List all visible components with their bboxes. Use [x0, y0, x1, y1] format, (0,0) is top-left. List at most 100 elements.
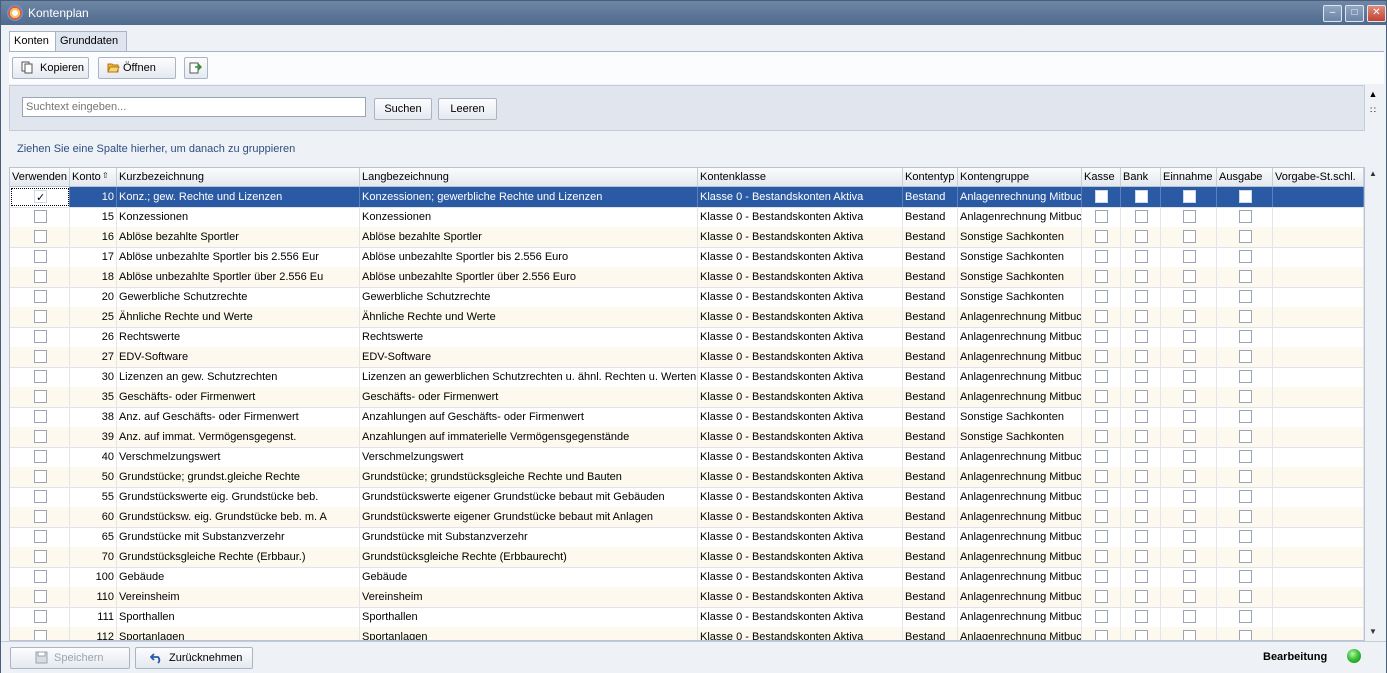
- checkbox[interactable]: [1095, 550, 1108, 563]
- checkbox[interactable]: [1095, 450, 1108, 463]
- checkbox[interactable]: [1135, 350, 1148, 363]
- kontenklasse-cell[interactable]: Klasse 0 - Bestandskonten Aktiva: [698, 607, 903, 627]
- column-header-kurzbezeichnung[interactable]: Kurzbezeichnung: [117, 168, 360, 186]
- kontengruppe-cell[interactable]: Sonstige Sachkonten: [958, 267, 1082, 287]
- checkbox[interactable]: [1183, 230, 1196, 243]
- kurzbezeichnung-cell[interactable]: Vereinsheim: [117, 587, 360, 607]
- vorgabe-cell[interactable]: [1273, 547, 1364, 567]
- checkbox[interactable]: [34, 290, 47, 303]
- checkbox[interactable]: [1239, 210, 1252, 223]
- vorgabe-cell[interactable]: [1273, 267, 1364, 287]
- konto-cell[interactable]: 15: [70, 207, 117, 227]
- kontentyp-cell[interactable]: Bestand: [903, 327, 958, 347]
- checkbox[interactable]: [1183, 350, 1196, 363]
- langbezeichnung-cell[interactable]: Anzahlungen auf immaterielle Vermögensge…: [360, 427, 698, 447]
- checkbox[interactable]: [34, 630, 47, 640]
- kontengruppe-cell[interactable]: Anlagenrechnung Mitbuc: [958, 567, 1082, 587]
- langbezeichnung-cell[interactable]: Grundstückswerte eigener Grundstücke beb…: [360, 487, 698, 507]
- vorgabe-cell[interactable]: [1273, 287, 1364, 307]
- checkbox[interactable]: [1095, 330, 1108, 343]
- kontengruppe-cell[interactable]: Anlagenrechnung Mitbuc: [958, 447, 1082, 467]
- checkbox[interactable]: [1135, 250, 1148, 263]
- copy-button[interactable]: Kopieren: [12, 57, 89, 79]
- column-header-ausgabe[interactable]: Ausgabe: [1217, 168, 1273, 186]
- checkbox[interactable]: [34, 330, 47, 343]
- konto-cell[interactable]: 60: [70, 507, 117, 527]
- langbezeichnung-cell[interactable]: Grundstücksgleiche Rechte (Erbbaurecht): [360, 547, 698, 567]
- checkbox[interactable]: [1239, 250, 1252, 263]
- kontenklasse-cell[interactable]: Klasse 0 - Bestandskonten Aktiva: [698, 627, 903, 640]
- kontengruppe-cell[interactable]: Anlagenrechnung Mitbuc: [958, 487, 1082, 507]
- table-row[interactable]: 110 Vereinsheim Vereinsheim Klasse 0 - Best…: [10, 587, 1364, 608]
- checkbox[interactable]: [1135, 590, 1148, 603]
- search-button[interactable]: Suchen: [374, 98, 432, 120]
- konto-cell[interactable]: 26: [70, 327, 117, 347]
- kontengruppe-cell[interactable]: Anlagenrechnung Mitbuc: [958, 607, 1082, 627]
- checkbox[interactable]: [1183, 390, 1196, 403]
- kontenklasse-cell[interactable]: Klasse 0 - Bestandskonten Aktiva: [698, 347, 903, 367]
- kontengruppe-cell[interactable]: Anlagenrechnung Mitbuc: [958, 347, 1082, 367]
- kontentyp-cell[interactable]: Bestand: [903, 307, 958, 327]
- checkbox[interactable]: [1183, 290, 1196, 303]
- kontenklasse-cell[interactable]: Klasse 0 - Bestandskonten Aktiva: [698, 227, 903, 247]
- checkbox[interactable]: [1183, 330, 1196, 343]
- checkbox[interactable]: [1095, 590, 1108, 603]
- kontengruppe-cell[interactable]: Anlagenrechnung Mitbuc: [958, 207, 1082, 227]
- checkbox[interactable]: [1135, 390, 1148, 403]
- kontengruppe-cell[interactable]: Anlagenrechnung Mitbuc: [958, 387, 1082, 407]
- checkbox[interactable]: [1239, 410, 1252, 423]
- checkbox[interactable]: [34, 210, 47, 223]
- column-header-einnahme[interactable]: Einnahme: [1161, 168, 1217, 186]
- kurzbezeichnung-cell[interactable]: Sporthallen: [117, 607, 360, 627]
- checkbox[interactable]: [1183, 550, 1196, 563]
- kontenklasse-cell[interactable]: Klasse 0 - Bestandskonten Aktiva: [698, 327, 903, 347]
- save-button[interactable]: Speichern: [10, 647, 130, 669]
- kontentyp-cell[interactable]: Bestand: [903, 287, 958, 307]
- kontenklasse-cell[interactable]: Klasse 0 - Bestandskonten Aktiva: [698, 487, 903, 507]
- checkbox[interactable]: [1239, 470, 1252, 483]
- kontenklasse-cell[interactable]: Klasse 0 - Bestandskonten Aktiva: [698, 207, 903, 227]
- scroll-up-icon[interactable]: ▲: [1365, 167, 1381, 181]
- checkbox[interactable]: [1095, 230, 1108, 243]
- checkbox[interactable]: [1183, 570, 1196, 583]
- konto-cell[interactable]: 38: [70, 407, 117, 427]
- checkbox[interactable]: [1183, 590, 1196, 603]
- kontenklasse-cell[interactable]: Klasse 0 - Bestandskonten Aktiva: [698, 587, 903, 607]
- checkbox[interactable]: [34, 490, 47, 503]
- kurzbezeichnung-cell[interactable]: Ablöse unbezahlte Sportler bis 2.556 Eur: [117, 247, 360, 267]
- kurzbezeichnung-cell[interactable]: Anz. auf Geschäfts- oder Firmenwert: [117, 407, 360, 427]
- table-row[interactable]: 30 Lizenzen an gew. Schutzrechten Lizenzen…: [10, 367, 1364, 388]
- table-row[interactable]: 60 Grundstücksw. eig. Grundstücke beb. m.…: [10, 507, 1364, 528]
- checkbox[interactable]: [1095, 610, 1108, 623]
- checkbox[interactable]: [1135, 570, 1148, 583]
- checkbox[interactable]: [1183, 510, 1196, 523]
- maximize-button[interactable]: □: [1345, 5, 1364, 22]
- kontentyp-cell[interactable]: Bestand: [903, 367, 958, 387]
- langbezeichnung-cell[interactable]: EDV-Software: [360, 347, 698, 367]
- kontengruppe-cell[interactable]: Anlagenrechnung Mitbuc: [958, 187, 1082, 207]
- checkbox[interactable]: [1135, 290, 1148, 303]
- kontenklasse-cell[interactable]: Klasse 0 - Bestandskonten Aktiva: [698, 467, 903, 487]
- langbezeichnung-cell[interactable]: Vereinsheim: [360, 587, 698, 607]
- checkbox[interactable]: [1183, 490, 1196, 503]
- kontentyp-cell[interactable]: Bestand: [903, 387, 958, 407]
- konto-cell[interactable]: 39: [70, 427, 117, 447]
- checkbox[interactable]: [1239, 310, 1252, 323]
- kontentyp-cell[interactable]: Bestand: [903, 587, 958, 607]
- column-header-konto[interactable]: Konto ⇧: [70, 168, 117, 186]
- kontenklasse-cell[interactable]: Klasse 0 - Bestandskonten Aktiva: [698, 527, 903, 547]
- kontengruppe-cell[interactable]: Anlagenrechnung Mitbuc: [958, 587, 1082, 607]
- checkbox[interactable]: [1183, 630, 1196, 640]
- vorgabe-cell[interactable]: [1273, 607, 1364, 627]
- kurzbezeichnung-cell[interactable]: Grundstücke; grundst.gleiche Rechte: [117, 467, 360, 487]
- checkbox[interactable]: [1095, 250, 1108, 263]
- kontengruppe-cell[interactable]: Sonstige Sachkonten: [958, 427, 1082, 447]
- kontengruppe-cell[interactable]: Anlagenrechnung Mitbuc: [958, 327, 1082, 347]
- konto-cell[interactable]: 30: [70, 367, 117, 387]
- table-row[interactable]: 26 Rechtswerte Rechtswerte Klasse 0 - Besta…: [10, 327, 1364, 348]
- checkbox[interactable]: [1095, 530, 1108, 543]
- checkbox[interactable]: [1135, 410, 1148, 423]
- vorgabe-cell[interactable]: [1273, 247, 1364, 267]
- langbezeichnung-cell[interactable]: Grundstücke mit Substanzverzehr: [360, 527, 698, 547]
- kontenklasse-cell[interactable]: Klasse 0 - Bestandskonten Aktiva: [698, 367, 903, 387]
